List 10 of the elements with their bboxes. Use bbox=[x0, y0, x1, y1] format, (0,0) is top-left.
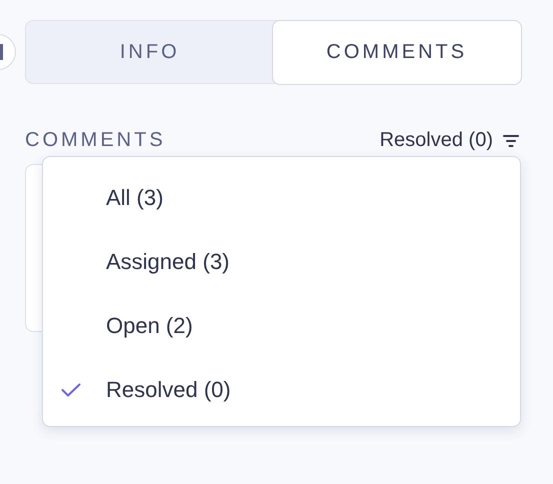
bar-icon bbox=[0, 44, 3, 60]
section-title: COMMENTS bbox=[25, 129, 166, 152]
menu-item[interactable]: Open (2) bbox=[43, 294, 520, 358]
filter-button[interactable]: Resolved (0) bbox=[380, 129, 519, 152]
tab[interactable]: COMMENTS bbox=[272, 20, 522, 84]
filter-icon bbox=[503, 134, 519, 148]
menu-item[interactable]: All (3) bbox=[43, 166, 520, 230]
tab[interactable]: INFO bbox=[26, 21, 274, 83]
menu-item[interactable]: Resolved (0) bbox=[43, 358, 520, 422]
menu-item[interactable]: Assigned (3) bbox=[43, 230, 520, 294]
